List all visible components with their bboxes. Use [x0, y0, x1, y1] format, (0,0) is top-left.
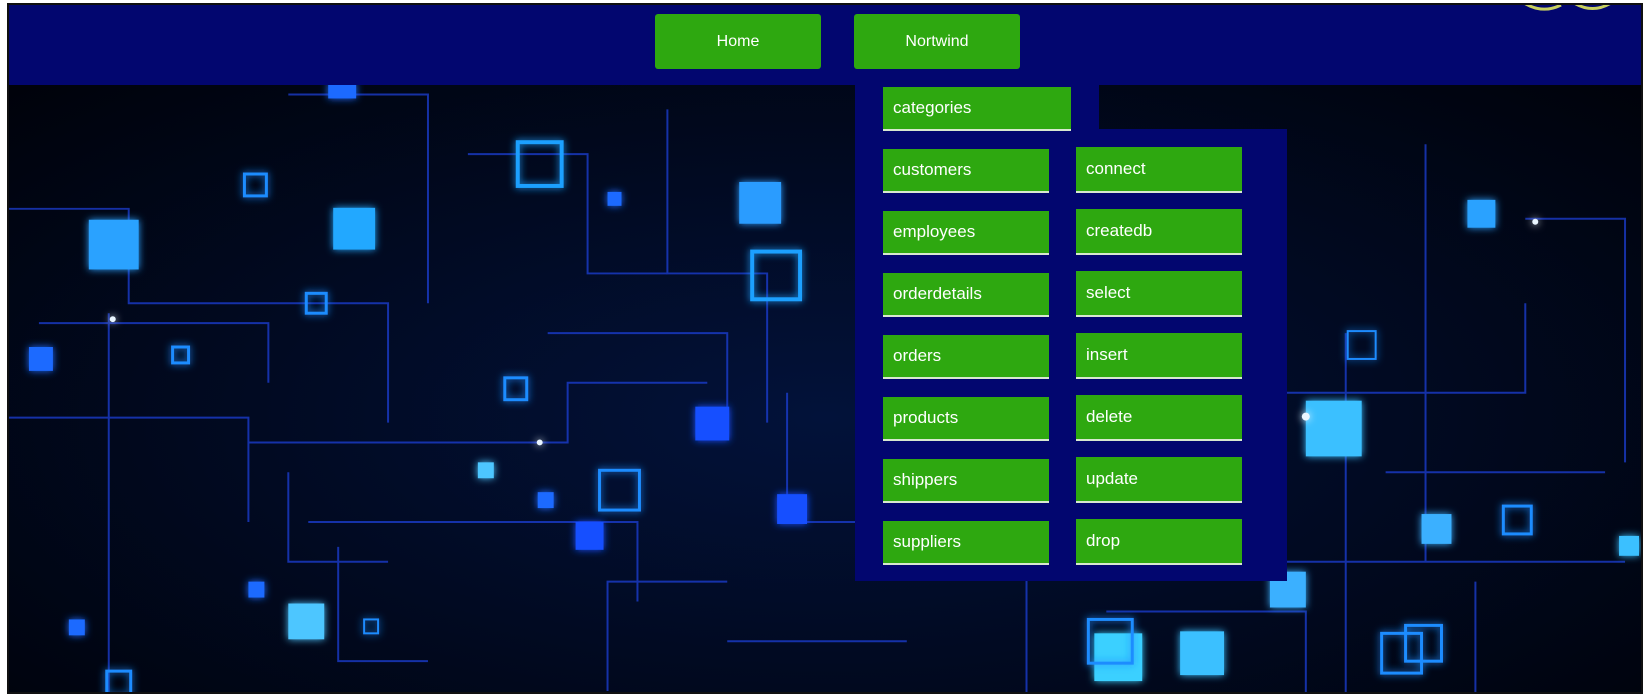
- nav-home-button[interactable]: Home: [655, 14, 821, 69]
- menu-item-insert[interactable]: insert: [1076, 333, 1242, 379]
- menu-item-update[interactable]: update: [1076, 457, 1242, 503]
- menu-item-employees[interactable]: employees: [883, 211, 1049, 255]
- menu-item-orderdetails[interactable]: orderdetails: [883, 273, 1049, 317]
- menu-item-suppliers[interactable]: suppliers: [883, 521, 1049, 565]
- page-frame: Home Nortwind categories customers emplo…: [7, 3, 1643, 694]
- menu-item-orders[interactable]: orders: [883, 335, 1049, 379]
- menu-item-createdb[interactable]: createdb: [1076, 209, 1242, 255]
- nav-nortwind-button[interactable]: Nortwind: [854, 14, 1020, 69]
- corner-logo-fragment: [1524, 5, 1611, 11]
- circuit-background-image: [9, 5, 1641, 692]
- menu-item-drop[interactable]: drop: [1076, 519, 1242, 565]
- menu-item-products[interactable]: products: [883, 397, 1049, 441]
- top-navbar: Home Nortwind: [9, 5, 1641, 85]
- menu-item-select[interactable]: select: [1076, 271, 1242, 317]
- menu-item-categories[interactable]: categories: [883, 87, 1071, 131]
- menu-item-delete[interactable]: delete: [1076, 395, 1242, 441]
- menu-item-customers[interactable]: customers: [883, 149, 1049, 193]
- menu-item-shippers[interactable]: shippers: [883, 459, 1049, 503]
- menu-item-connect[interactable]: connect: [1076, 147, 1242, 193]
